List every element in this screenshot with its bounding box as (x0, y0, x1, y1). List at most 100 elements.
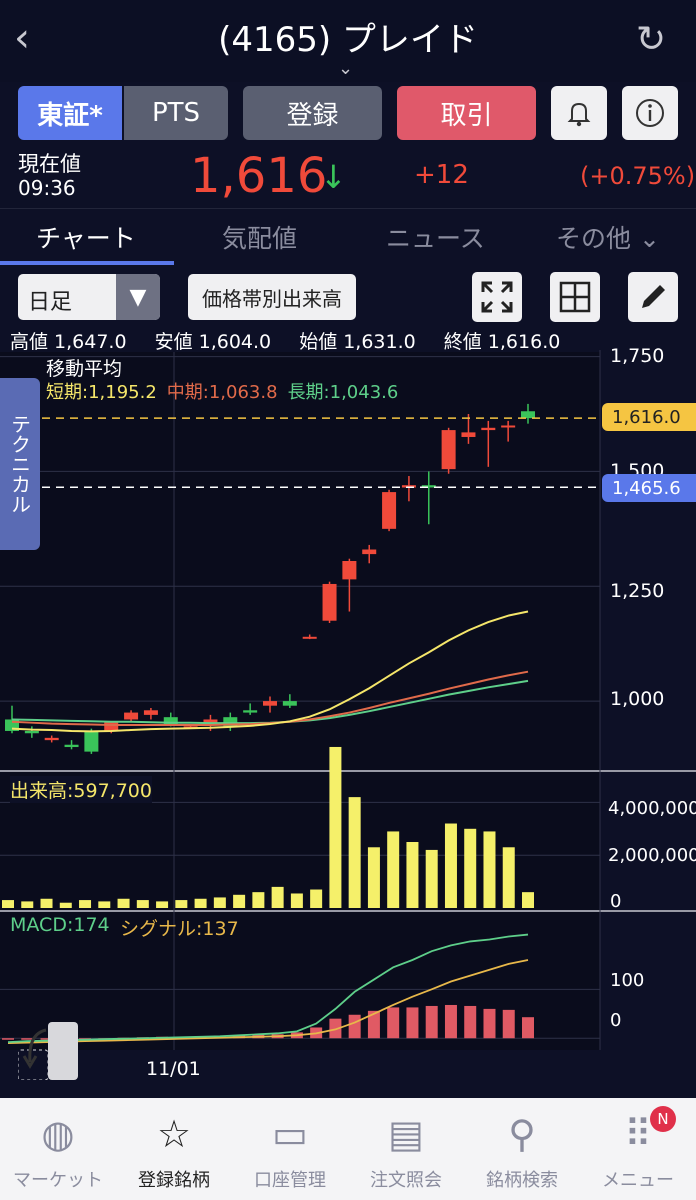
volume-bar (387, 831, 400, 908)
tab-chart[interactable]: チャート (36, 219, 136, 255)
price-axis-label: 1,750 (610, 345, 665, 367)
volume-bar (233, 894, 246, 908)
expand-icon[interactable] (472, 272, 522, 322)
moving-average-values: 短期:1,195.2 中期:1,063.8 長期:1,043.6 (46, 378, 398, 404)
stock-title: (4165) プレイド (218, 20, 478, 60)
date-axis-label: 11/01 (146, 1058, 201, 1080)
macd-histogram-bar (464, 1005, 477, 1039)
candle-body (322, 583, 337, 621)
volume-bar (59, 902, 72, 908)
nav-orders[interactable]: ▤ 注文照会 (348, 1098, 464, 1200)
period-select[interactable]: 日足 ▼ (18, 274, 160, 320)
macd-histogram-bar (425, 1005, 438, 1039)
macd-histogram-bar (387, 1007, 400, 1039)
reload-icon[interactable]: ↻ (636, 20, 666, 60)
volume-bar (40, 898, 53, 908)
star-icon: ☆ (156, 1112, 192, 1156)
volume-bar (175, 900, 188, 908)
candle-body (501, 425, 516, 428)
macd-signal-label: シグナル:137 (120, 918, 239, 940)
macd-histogram-bar (406, 1007, 419, 1039)
volume-bar (79, 900, 92, 908)
ma-short-value: 短期:1,195.2 (46, 382, 157, 403)
nav-search[interactable]: ⚲ 銘柄検索 (464, 1098, 580, 1200)
bottom-navigation: ◍ マーケット ☆ 登録銘柄 ▭ 口座管理 ▤ 注文照会 ⚲ 銘柄検索 ⠿ メニ… (0, 1098, 696, 1200)
macd-histogram-bar (444, 1004, 457, 1039)
candle-body (44, 737, 59, 741)
return-chart-icon[interactable] (17, 1022, 78, 1081)
candle-body (104, 721, 119, 731)
nav-label: 注文照会 (370, 1170, 442, 1191)
candle-body (461, 432, 476, 437)
nav-account[interactable]: ▭ 口座管理 (232, 1098, 348, 1200)
volume-bar (464, 828, 477, 908)
register-button[interactable]: 登録 (243, 86, 382, 140)
volume-bar (21, 901, 34, 908)
nav-label: 口座管理 (254, 1170, 326, 1191)
volume-bar (406, 842, 419, 908)
price-panel (0, 352, 600, 770)
price-axis-label: 1,250 (610, 580, 665, 602)
info-icon[interactable] (622, 86, 678, 140)
candle-body (382, 492, 397, 529)
nav-market[interactable]: ◍ マーケット (0, 1098, 116, 1200)
volume-profile-button[interactable]: 価格帯別出来高 (188, 274, 356, 320)
ma-mid-value: 中期:1,063.8 (166, 382, 278, 403)
volume-label: 出来高:597,700 (10, 776, 152, 803)
pen-icon[interactable] (628, 272, 678, 322)
price-axis-label: 1,000 (610, 688, 665, 710)
tab-news[interactable]: ニュース (386, 219, 485, 255)
current-price: 1,616 (190, 148, 328, 204)
stock-chart[interactable] (0, 350, 696, 1098)
nav-watchlist[interactable]: ☆ 登録銘柄 (116, 1098, 232, 1200)
tosho-exchange-button[interactable]: 東証* (18, 86, 122, 140)
bell-icon[interactable] (551, 86, 607, 140)
candle-body (124, 712, 139, 720)
down-arrow-icon: ↓ (320, 158, 347, 196)
candle-body (302, 636, 317, 639)
trade-button[interactable]: 取引 (397, 86, 536, 140)
candle-body (263, 701, 277, 706)
nav-label: メニュー (602, 1170, 674, 1191)
title-chevron-down-icon[interactable]: ⌄ (338, 58, 353, 79)
volume-bar (522, 892, 534, 908)
macd-axis-label: 0 (610, 1010, 622, 1031)
volume-axis-label: 4,000,000 (608, 798, 696, 819)
document-icon: ▤ (388, 1112, 424, 1156)
technical-side-tab[interactable]: テクニカル (0, 378, 40, 550)
moving-average-title: 移動平均 (46, 358, 123, 380)
candle-body (481, 427, 496, 431)
macd-histogram-bar (348, 1014, 361, 1039)
globe-icon: ◍ (41, 1112, 75, 1156)
tab-other[interactable]: その他 ⌄ (556, 219, 660, 255)
nav-label: マーケット (13, 1170, 103, 1191)
candle-body (143, 710, 158, 715)
nav-menu[interactable]: ⠿ メニュー (580, 1098, 696, 1200)
volume-axis-label: 2,000,000 (608, 845, 696, 866)
volume-bar (194, 898, 207, 908)
volume-bar (117, 898, 130, 908)
volume-bar (444, 823, 457, 908)
candle-body (243, 710, 258, 713)
volume-bar (367, 847, 380, 908)
period-select-value: 日足 (28, 290, 73, 315)
volume-bar (271, 886, 284, 908)
current-price-tag: 1,616.0 (602, 403, 696, 431)
volume-bar (483, 831, 496, 908)
volume-bar (136, 900, 149, 908)
tab-quotes[interactable]: 気配値 (222, 219, 297, 255)
candle-body (282, 701, 297, 706)
volume-bar (213, 897, 226, 908)
candle-body (64, 744, 79, 748)
volume-bar (329, 746, 342, 908)
candle-body (441, 430, 456, 470)
candle-body (24, 730, 39, 734)
macd-histogram-bar (2, 1038, 14, 1040)
reference-price-tag: 1,465.6 (602, 474, 696, 502)
quote-time: 09:36 (18, 176, 76, 200)
pts-exchange-button[interactable]: PTS (124, 86, 228, 140)
candle-body (521, 411, 535, 419)
macd-histogram-bar (522, 1017, 534, 1039)
grid-icon[interactable] (550, 272, 600, 322)
macd-histogram-bar (502, 1009, 515, 1039)
